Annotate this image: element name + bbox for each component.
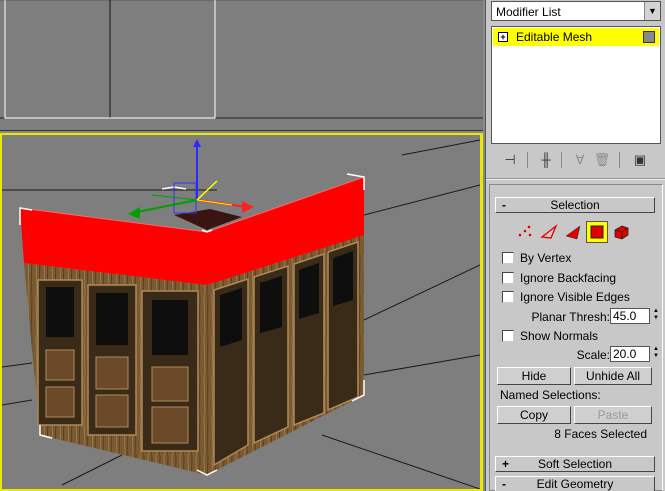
expand-icon: + — [502, 457, 510, 471]
hide-button[interactable]: Hide — [497, 367, 571, 385]
ignore-visible-edges-checkbox[interactable] — [502, 291, 514, 303]
edge-mode-icon[interactable] — [538, 221, 560, 243]
selection-rollout-area: - Selection By Vertex Ignore Backfacing … — [489, 184, 663, 491]
modifier-stack[interactable]: + Editable Mesh — [491, 26, 661, 144]
polygon-mode-icon[interactable] — [586, 221, 608, 243]
top-viewport[interactable] — [0, 0, 483, 131]
face-mode-icon[interactable] — [562, 221, 584, 243]
planar-thresh-spinner: Planar Thresh: 45.0 ▲ ▼ — [490, 308, 662, 326]
chevron-down-icon[interactable]: ▼ — [644, 2, 660, 20]
stack-item-editable-mesh[interactable]: + Editable Mesh — [493, 28, 659, 46]
configure-modifier-sets-icon[interactable]: ▣ — [629, 150, 651, 170]
by-vertex-label: By Vertex — [520, 251, 572, 265]
ignore-visible-edges-label: Ignore Visible Edges — [520, 290, 630, 304]
make-unique-icon[interactable]: ∀ — [569, 150, 591, 170]
ignore-backfacing-checkbox[interactable] — [502, 272, 514, 284]
scale-input[interactable]: 20.0 — [610, 346, 650, 362]
collapse-icon: - — [502, 198, 506, 212]
collapse-icon: - — [502, 477, 506, 491]
unhide-all-button[interactable]: Unhide All — [574, 367, 652, 385]
separator — [561, 152, 562, 168]
pin-stack-icon[interactable]: ⊣ — [499, 150, 521, 170]
selection-status: 8 Faces Selected — [554, 427, 647, 441]
soft-selection-rollout-header[interactable]: + Soft Selection — [495, 456, 655, 472]
scale-spinner: Scale: 20.0 ▲ ▼ — [490, 346, 662, 364]
stack-item-label: Editable Mesh — [516, 30, 593, 44]
by-vertex-checkbox[interactable] — [502, 252, 514, 264]
named-selections-label: Named Selections: — [500, 388, 601, 402]
remove-modifier-icon[interactable]: 🗑 — [591, 150, 613, 170]
ignore-backfacing-label: Ignore Backfacing — [520, 271, 617, 285]
element-mode-icon[interactable] — [610, 221, 632, 243]
panel-divider — [486, 178, 665, 180]
planar-thresh-input[interactable]: 45.0 — [610, 308, 650, 324]
perspective-viewport[interactable] — [0, 133, 483, 491]
sub-object-mode-buttons — [514, 221, 644, 243]
modifier-list-label: Modifier List — [496, 5, 561, 19]
planar-thresh-label: Planar Thresh: — [531, 310, 611, 324]
selection-rollout-header[interactable]: - Selection — [495, 197, 655, 213]
command-panel: Modifier List ▼ + Editable Mesh ⊣ ╫ ∀ 🗑 … — [485, 0, 665, 491]
spinner-arrows-icon[interactable]: ▲ ▼ — [651, 346, 661, 362]
show-normals-checkbox-row[interactable]: Show Normals — [502, 329, 657, 345]
sub-object-toggle-icon[interactable] — [643, 31, 655, 43]
expand-icon[interactable]: + — [498, 32, 508, 42]
ignore-backfacing-checkbox-row[interactable]: Ignore Backfacing — [502, 271, 657, 287]
rollout-title: Soft Selection — [537, 457, 613, 471]
rollout-title: Selection — [550, 198, 600, 212]
ignore-visible-edges-checkbox-row[interactable]: Ignore Visible Edges — [502, 290, 657, 306]
separator — [527, 152, 528, 168]
modifier-list-dropdown[interactable]: Modifier List ▼ — [491, 1, 661, 21]
top-viewport-grid — [0, 0, 483, 119]
edit-geometry-rollout-header[interactable]: - Edit Geometry — [495, 476, 655, 491]
show-end-result-icon[interactable]: ╫ — [535, 150, 557, 170]
show-normals-label: Show Normals — [520, 329, 599, 343]
spinner-arrows-icon[interactable]: ▲ ▼ — [651, 308, 661, 324]
scale-label: Scale: — [576, 348, 610, 362]
vertex-mode-icon[interactable] — [514, 221, 536, 243]
perspective-scene — [2, 139, 480, 489]
stack-toolbar: ⊣ ╫ ∀ 🗑 ▣ — [491, 150, 661, 172]
rollout-title: Edit Geometry — [536, 477, 614, 491]
separator — [619, 152, 620, 168]
copy-button[interactable]: Copy — [497, 406, 571, 424]
paste-button[interactable]: Paste — [574, 406, 652, 424]
show-normals-checkbox[interactable] — [502, 330, 514, 342]
by-vertex-checkbox-row[interactable]: By Vertex — [502, 251, 657, 267]
